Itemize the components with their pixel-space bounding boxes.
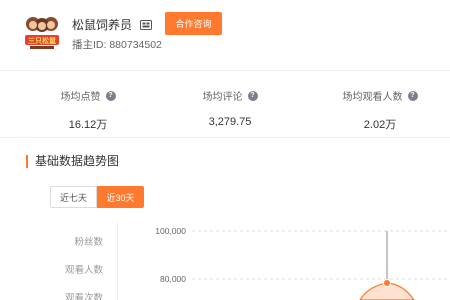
stat-avg-comments: 场均评论 ? 3,279.75 — [155, 87, 305, 128]
streamer-name-text: 松鼠饲养员 — [72, 18, 133, 32]
verified-badge-icon — [140, 20, 153, 30]
y-tick-label: 80,000 — [160, 274, 186, 284]
y-tick-label: 100,000 — [155, 226, 186, 236]
section-title: 基础数据趋势图 — [26, 155, 119, 168]
hover-point — [383, 279, 391, 287]
profile-header: 三只松鼠 松鼠饲养员 播主ID: 880734502 合作咨询 — [0, 0, 450, 70]
help-icon[interactable]: ? — [407, 90, 418, 101]
stat-avg-viewers: 场均观看人数 ? 2.02万 — [305, 87, 450, 132]
help-icon[interactable]: ? — [105, 90, 116, 101]
stat-value: 16.12万 — [68, 119, 108, 131]
range-tabs: 近七天 近30天 — [50, 186, 144, 208]
stat-label: 场均点赞 — [60, 92, 101, 103]
tab-last-7-days[interactable]: 近七天 — [50, 186, 97, 208]
metric-followers[interactable]: 粉丝数 — [74, 234, 103, 248]
stat-value: 3,279.75 — [208, 116, 252, 128]
stat-label: 场均观看人数 — [342, 92, 403, 103]
avatar: 三只松鼠 — [22, 12, 62, 52]
tab-last-30-days[interactable]: 近30天 — [97, 186, 144, 208]
stat-label: 场均评论 — [202, 92, 243, 103]
metric-views[interactable]: 观看次数 — [65, 290, 103, 300]
trend-chart: 100,000 80,000 — [155, 226, 450, 300]
stat-value: 2.02万 — [363, 119, 397, 131]
metric-list: 粉丝数 观看人数 观看次数 — [0, 222, 118, 300]
streamer-id: 播主ID: 880734502 — [72, 39, 162, 51]
consult-button[interactable]: 合作咨询 — [165, 12, 222, 35]
stat-avg-likes: 场均点赞 ? 16.12万 — [13, 87, 163, 132]
svg-text:三只松鼠: 三只松鼠 — [28, 36, 56, 45]
stats-row: 场均点赞 ? 16.12万 场均评论 ? 3,279.75 场均观看人数 ? 2… — [0, 70, 450, 138]
help-icon[interactable]: ? — [247, 90, 258, 101]
metric-viewers[interactable]: 观看人数 — [65, 262, 103, 276]
streamer-name: 松鼠饲养员 — [72, 16, 153, 33]
